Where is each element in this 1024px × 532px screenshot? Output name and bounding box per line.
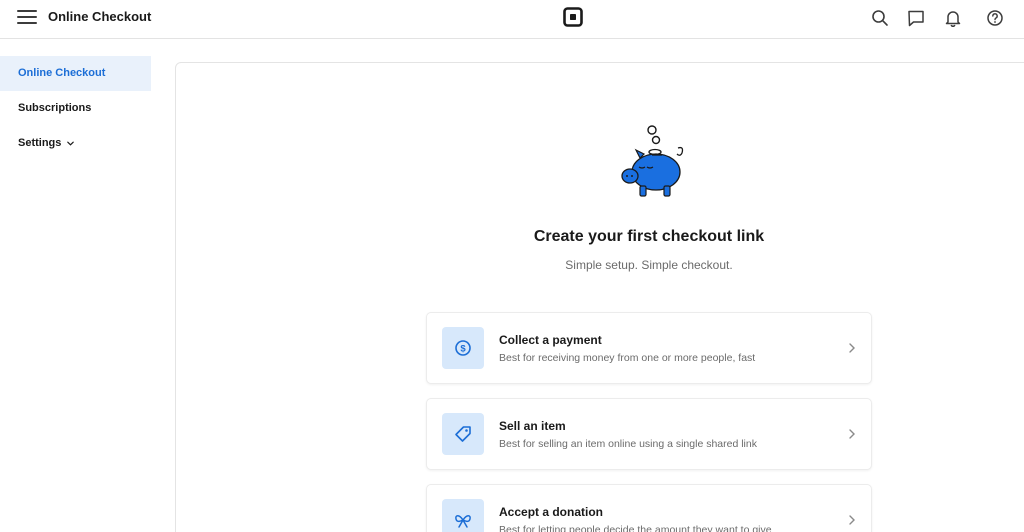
sidebar-item-label: Settings [18,137,62,149]
sidebar-item-label: Subscriptions [18,102,92,114]
app-title: Online Checkout [48,9,152,24]
help-icon[interactable] [985,8,1005,28]
sidebar-item-label: Online Checkout [18,67,106,79]
option-title: Accept a donation [499,505,604,519]
sidebar-nav: Online Checkout Subscriptions Settings [0,40,162,532]
option-title: Sell an item [499,419,566,433]
sidebar-item-subscriptions[interactable]: Subscriptions [0,91,151,126]
sell-item-option[interactable]: Sell an item Best for selling an item on… [426,398,872,470]
empty-state-subline: Simple setup. Simple checkout. [565,258,733,272]
messages-icon[interactable] [906,8,926,28]
sidebar-item-settings[interactable]: Settings [0,126,151,161]
option-description: Best for selling an item online using a … [499,438,757,450]
square-logo-icon[interactable] [563,7,583,27]
accept-donation-option[interactable]: Accept a donation Best for letting peopl… [426,484,872,532]
sidebar-item-online-checkout[interactable]: Online Checkout [0,56,151,91]
chevron-right-icon [847,341,857,355]
top-header: Online Checkout [0,0,1024,39]
chevron-right-icon [847,513,857,527]
hamburger-menu-icon[interactable] [17,10,37,26]
option-title: Collect a payment [499,333,602,347]
dollar-coin-icon: $ [442,327,484,369]
notifications-bell-icon[interactable] [943,8,963,28]
svg-text:$: $ [460,344,466,355]
ribbon-icon [442,499,484,532]
collect-payment-option[interactable]: $ Collect a payment Best for receiving m… [426,312,872,384]
chevron-down-icon [66,138,75,149]
option-description: Best for letting people decide the amoun… [499,524,772,532]
price-tag-icon [442,413,484,455]
search-icon[interactable] [870,8,890,28]
piggy-bank-illustration [612,124,692,204]
empty-state-headline: Create your first checkout link [533,228,765,245]
option-description: Best for receiving money from one or mor… [499,352,756,364]
chevron-right-icon [847,427,857,441]
